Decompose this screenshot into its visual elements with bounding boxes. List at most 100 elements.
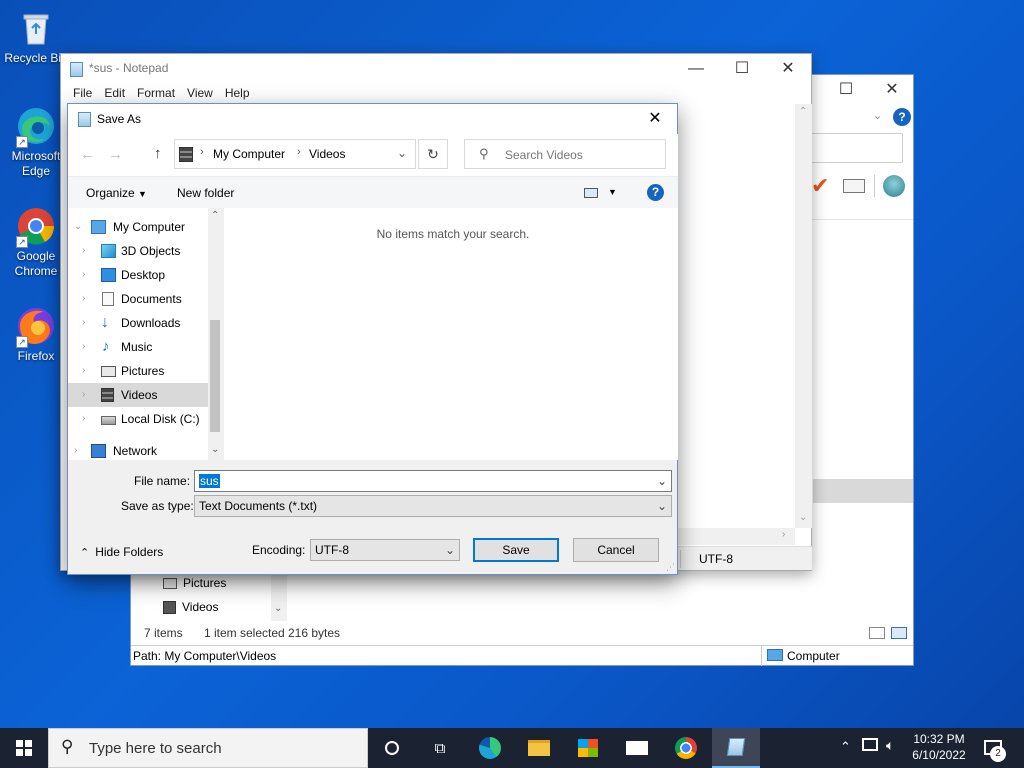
collapsed-arrow-icon[interactable]: › [82,311,85,335]
breadcrumb-videos[interactable]: Videos [309,147,345,161]
large-icons-view-icon[interactable] [891,627,907,639]
checkmark-icon[interactable]: ✔ [811,175,829,197]
explorer-selected-row[interactable] [813,479,913,503]
desktop-icon-edge[interactable]: ↗ Microsoft Edge [4,106,68,179]
taskbar-edge[interactable] [466,728,514,768]
tree-item-network[interactable]: › Network [68,439,208,463]
address-bar[interactable]: › My Computer › Videos ⌄ [174,139,416,169]
taskbar-store[interactable] [564,728,612,768]
scroll-up-arrow-icon[interactable]: ⌃ [211,210,219,221]
desktop-icon-chrome[interactable]: ↗ Google Chrome [4,206,68,279]
desktop-icon-firefox[interactable]: ↗ Firefox [4,306,68,364]
scroll-down-arrow-icon[interactable]: ⌄ [799,512,807,523]
start-button[interactable] [0,728,48,768]
taskbar-notepad-active[interactable] [712,728,760,768]
view-dropdown-triangle-icon[interactable]: ▼ [608,187,617,197]
notepad-close-button[interactable]: ✕ [765,54,811,84]
explorer-chevron-down-icon[interactable]: ⌄ [873,109,882,122]
scrollbar-thumb[interactable] [210,320,220,432]
collapsed-arrow-icon[interactable]: › [82,359,85,383]
tree-item-videos[interactable]: › Videos [68,383,208,407]
desktop-icon-recycle-bin[interactable]: Recycle Bin [4,8,68,66]
tree-item-3d-objects[interactable]: › 3D Objects [68,239,208,263]
collapsed-arrow-icon[interactable]: › [74,439,77,463]
expanded-arrow-icon[interactable]: ⌄ [74,215,82,239]
tree-item-pictures[interactable]: › Pictures [68,359,208,383]
shell-icon[interactable] [883,175,905,197]
navigation-pane[interactable]: ⌄ My Computer › 3D Objects › Desktop › D… [68,208,222,460]
menu-file[interactable]: File [67,84,98,104]
explorer-tree-item-pictures[interactable]: Pictures [163,573,226,595]
notepad-titlebar[interactable]: *sus - Notepad — ☐ ✕ [61,54,811,84]
taskbar-mail[interactable] [613,728,661,768]
explorer-maximize-button[interactable]: ☐ [823,75,869,105]
taskbar-search-box[interactable]: ⚲ Type here to search [48,728,368,768]
cancel-button[interactable]: Cancel [573,538,659,562]
save-button[interactable]: Save [473,538,559,562]
encoding-select[interactable]: UTF-8 ⌄ [310,539,460,561]
collapsed-arrow-icon[interactable]: › [82,263,85,287]
notepad-vertical-scrollbar[interactable]: ⌃ ⌄ [795,104,812,528]
clock-time[interactable]: 10:32 PM [912,732,966,746]
scroll-right-arrow-icon[interactable]: › [782,529,785,540]
resize-grip-icon[interactable]: ⋰ [666,562,675,573]
scroll-down-arrow-icon[interactable]: ⌄ [274,603,282,614]
cortana-button[interactable] [368,728,416,768]
collapsed-arrow-icon[interactable]: › [82,287,85,311]
hide-folders-button[interactable]: ⌃ Hide Folders [80,545,163,559]
menu-help[interactable]: Help [219,84,256,104]
dialog-close-button[interactable]: ✕ [632,104,678,134]
taskbar-file-explorer[interactable] [515,728,563,768]
tree-item-local-disk[interactable]: › Local Disk (C:) [68,407,208,431]
forward-arrow-icon[interactable]: → [108,146,123,163]
save-as-dialog[interactable]: Save As ✕ ← → ↑ › My Computer › Videos ⌄… [67,103,678,575]
menu-edit[interactable]: Edit [98,84,131,104]
tree-item-my-computer[interactable]: ⌄ My Computer [68,215,208,239]
organize-menu[interactable]: Organize ▼ [86,186,147,200]
save-as-type-select[interactable]: Text Documents (*.txt) ⌄ [194,495,672,517]
menu-view[interactable]: View [181,84,219,104]
explorer-tree-item-videos[interactable]: Videos [163,597,218,619]
tree-item-downloads[interactable]: › ↓ Downloads [68,311,208,335]
tree-item-music[interactable]: › ♪ Music [68,335,208,359]
collapsed-arrow-icon[interactable]: › [82,239,85,263]
breadcrumb-my-computer[interactable]: My Computer [213,147,285,161]
collapsed-arrow-icon[interactable]: › [82,407,85,431]
scroll-up-arrow-icon[interactable]: ⌃ [799,106,807,117]
scroll-down-arrow-icon[interactable]: ⌄ [211,444,219,455]
menu-format[interactable]: Format [131,84,181,104]
file-name-input[interactable]: sus ⌄ [194,470,672,492]
explorer-address-field[interactable] [811,133,903,163]
details-view-icon[interactable] [869,627,885,639]
file-name-dropdown-icon[interactable]: ⌄ [657,471,667,491]
address-dropdown-chevron-icon[interactable]: ⌄ [397,146,407,160]
notepad-horizontal-scrollbar[interactable]: › [678,528,795,545]
up-arrow-icon[interactable]: ↑ [154,145,162,162]
dialog-titlebar[interactable]: Save As ✕ [68,104,677,134]
envelope-icon[interactable] [843,179,865,193]
view-options-icon[interactable] [584,188,598,198]
new-folder-button[interactable]: New folder [177,186,234,200]
task-view-button[interactable]: ⧉ [416,728,464,768]
explorer-help-icon[interactable]: ? [893,108,911,126]
navigation-scrollbar[interactable]: ⌃ ⌄ [208,208,222,460]
save-as-type-dropdown-icon[interactable]: ⌄ [657,496,667,516]
tree-item-desktop[interactable]: › Desktop [68,263,208,287]
tree-item-documents[interactable]: › Documents [68,287,208,311]
notepad-maximize-button[interactable]: ☐ [719,54,765,84]
back-arrow-icon[interactable]: ← [80,146,95,163]
search-box[interactable]: ⚲ Search Videos [464,139,666,169]
show-hidden-icons-chevron-icon[interactable]: ⌃ [840,739,851,755]
network-tray-icon[interactable] [862,738,878,751]
collapsed-arrow-icon[interactable]: › [82,383,85,407]
file-list-pane[interactable]: No items match your search. [224,208,678,460]
encoding-dropdown-icon[interactable]: ⌄ [445,540,455,560]
volume-icon[interactable]: 🔈︎ [886,737,894,754]
taskbar-chrome[interactable] [662,728,710,768]
refresh-button[interactable]: ↻ [418,139,448,169]
collapsed-arrow-icon[interactable]: › [82,335,85,359]
clock-date[interactable]: 6/10/2022 [910,748,968,762]
explorer-close-button[interactable]: ✕ [869,75,915,105]
help-icon[interactable]: ? [647,184,664,201]
notepad-minimize-button[interactable]: — [673,54,719,84]
